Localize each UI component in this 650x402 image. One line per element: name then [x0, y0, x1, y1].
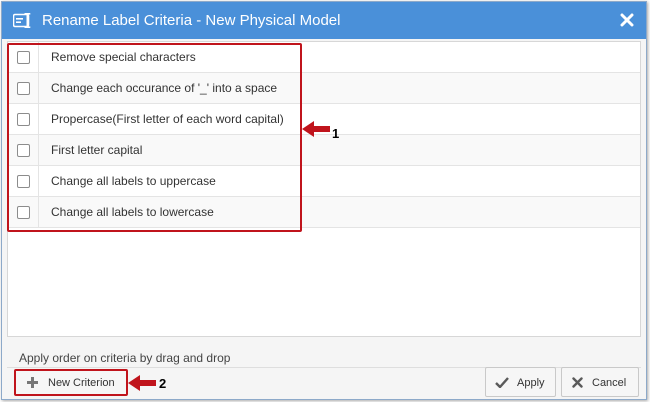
criterion-checkbox[interactable]: [17, 82, 30, 95]
cancel-label: Cancel: [592, 377, 627, 389]
callout-number-2: 2: [159, 376, 167, 391]
checkbox-cell: [8, 42, 39, 72]
close-icon: [620, 13, 634, 27]
criterion-checkbox[interactable]: [17, 51, 30, 64]
criterion-row[interactable]: First letter capital: [8, 135, 640, 166]
checkmark-icon: [495, 377, 509, 388]
arrow-left-icon: [302, 121, 330, 137]
rename-label-criteria-dialog: Rename Label Criteria - New Physical Mod…: [1, 1, 647, 400]
apply-button[interactable]: Apply: [485, 367, 556, 397]
criterion-label: Propercase(First letter of each word cap…: [51, 112, 284, 126]
criterion-row[interactable]: Change each occurance of '_' into a spac…: [8, 73, 640, 104]
criterion-checkbox[interactable]: [17, 113, 30, 126]
dialog-titlebar[interactable]: Rename Label Criteria - New Physical Mod…: [2, 2, 646, 39]
new-criterion-button[interactable]: New Criterion: [14, 369, 128, 396]
checkbox-cell: [8, 104, 39, 134]
checkbox-cell: [8, 166, 39, 196]
criterion-label: Change each occurance of '_' into a spac…: [51, 81, 278, 95]
rename-label-icon: [13, 13, 31, 28]
criterion-row[interactable]: Change all labels to uppercase: [8, 166, 640, 197]
checkbox-cell: [8, 73, 39, 103]
criterion-label: Remove special characters: [51, 50, 196, 64]
close-button[interactable]: [618, 11, 636, 29]
criterion-checkbox[interactable]: [17, 206, 30, 219]
drag-drop-hint: Apply order on criteria by drag and drop: [19, 351, 231, 365]
criterion-row[interactable]: Change all labels to lowercase: [8, 197, 640, 228]
plus-icon: [27, 377, 38, 388]
criteria-list[interactable]: Remove special characters Change each oc…: [7, 41, 641, 337]
criterion-label: First letter capital: [51, 143, 143, 157]
arrow-left-icon: [128, 375, 156, 391]
callout-number-1: 1: [332, 126, 340, 141]
checkbox-cell: [8, 135, 39, 165]
criterion-label: Change all labels to lowercase: [51, 205, 214, 219]
close-icon: [572, 377, 583, 388]
criterion-row[interactable]: Remove special characters: [8, 42, 640, 73]
criterion-checkbox[interactable]: [17, 144, 30, 157]
checkbox-cell: [8, 197, 39, 227]
dialog-title: Rename Label Criteria - New Physical Mod…: [42, 12, 341, 29]
apply-label: Apply: [517, 377, 545, 389]
criterion-label: Change all labels to uppercase: [51, 174, 216, 188]
new-criterion-label: New Criterion: [48, 377, 115, 389]
cancel-button[interactable]: Cancel: [561, 367, 639, 397]
criterion-checkbox[interactable]: [17, 175, 30, 188]
